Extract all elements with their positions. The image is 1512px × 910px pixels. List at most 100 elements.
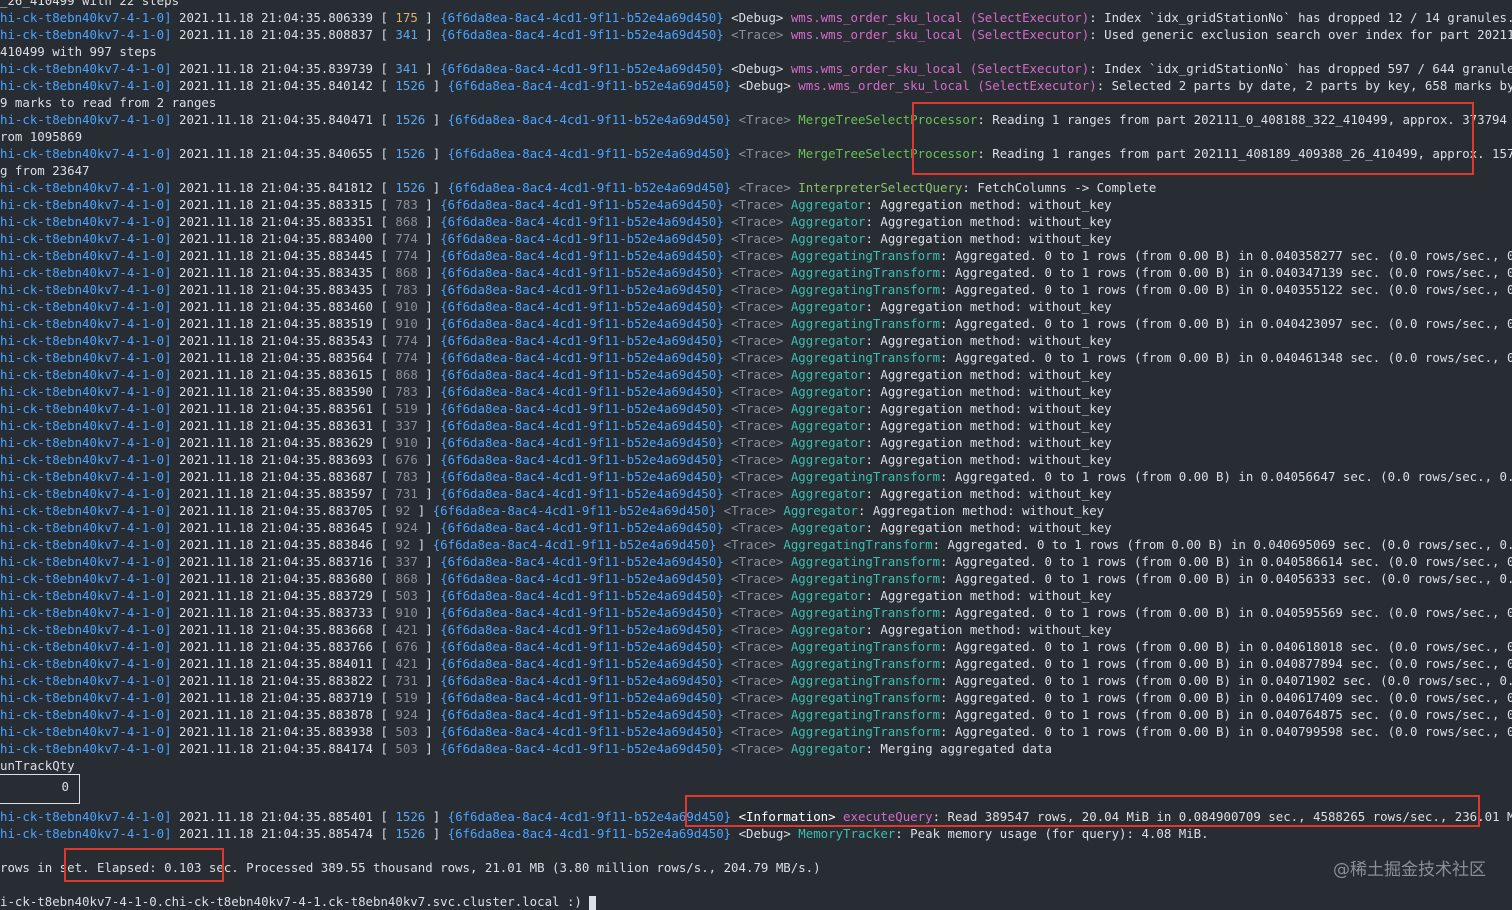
log-timestamp: 2021.11.18 21:04:35.883846 <box>179 537 374 552</box>
log-host: hi-ck-t8ebn40kv7-4-1-0] <box>0 78 172 93</box>
log-level: <Debug> <box>738 826 791 841</box>
log-line: hi-ck-t8ebn40kv7-4-1-0] 2021.11.18 21:04… <box>0 741 1052 756</box>
log-line: hi-ck-t8ebn40kv7-4-1-0] 2021.11.18 21:04… <box>0 503 1105 518</box>
log-message: : Aggregation method: without_key <box>865 384 1112 399</box>
log-timestamp: 2021.11.18 21:04:35.884174 <box>179 741 374 756</box>
log-query-id: {6f6da8ea-8ac4-4cd1-9f11-b52e4a69d450} <box>440 197 724 212</box>
log-line: hi-ck-t8ebn40kv7-4-1-0] 2021.11.18 21:04… <box>0 655 1512 672</box>
log-level: <Trace> <box>731 248 784 263</box>
highlight-box-execute-query <box>685 795 1480 827</box>
log-timestamp: 2021.11.18 21:04:35.883668 <box>179 622 374 637</box>
log-line: hi-ck-t8ebn40kv7-4-1-0] 2021.11.18 21:04… <box>0 553 1512 570</box>
log-source: Aggregator <box>790 741 866 756</box>
log-host: hi-ck-t8ebn40kv7-4-1-0] <box>0 469 172 484</box>
log-host: hi-ck-t8ebn40kv7-4-1-0] <box>0 554 172 569</box>
log-message: : Aggregated. 0 to 1 rows (from 0.00 B) … <box>940 554 1512 569</box>
log-timestamp: 2021.11.18 21:04:35.883590 <box>179 384 374 399</box>
log-host: hi-ck-t8ebn40kv7-4-1-0] <box>0 146 172 161</box>
log-source: Aggregator <box>790 231 866 246</box>
log-level: <Trace> <box>731 469 784 484</box>
log-message: : Aggregated. 0 to 1 rows (from 0.00 B) … <box>940 673 1512 688</box>
log-query-id: {6f6da8ea-8ac4-4cd1-9f11-b52e4a69d450} <box>440 571 724 586</box>
log-host: hi-ck-t8ebn40kv7-4-1-0] <box>0 367 172 382</box>
query-summary: rows in set. Elapsed: 0.103 sec. Process… <box>0 860 821 875</box>
log-source: Aggregator <box>790 588 866 603</box>
log-host: hi-ck-t8ebn40kv7-4-1-0] <box>0 112 172 127</box>
log-line: hi-ck-t8ebn40kv7-4-1-0] 2021.11.18 21:04… <box>0 264 1512 281</box>
log-line: hi-ck-t8ebn40kv7-4-1-0] 2021.11.18 21:04… <box>0 26 1512 43</box>
log-query-id: {6f6da8ea-8ac4-4cd1-9f11-b52e4a69d450} <box>440 316 724 331</box>
log-level: <Trace> <box>731 486 784 501</box>
log-thread-id: 503 <box>395 741 418 756</box>
log-message: : Aggregation method: without_key <box>865 197 1112 212</box>
log-level: <Debug> <box>731 61 784 76</box>
log-level: <Trace> <box>731 452 784 467</box>
log-timestamp: 2021.11.18 21:04:35.883705 <box>179 503 374 518</box>
log-message: : Aggregated. 0 to 1 rows (from 0.00 B) … <box>940 469 1512 484</box>
log-source: AggregatingTransform <box>790 707 941 722</box>
log-line: hi-ck-t8ebn40kv7-4-1-0] 2021.11.18 21:04… <box>0 435 1112 450</box>
log-thread-id: 1526 <box>395 180 426 195</box>
log-timestamp: 2021.11.18 21:04:35.883543 <box>179 333 374 348</box>
log-level: <Trace> <box>731 724 784 739</box>
log-source: AggregatingTransform <box>790 690 941 705</box>
log-host: hi-ck-t8ebn40kv7-4-1-0] <box>0 741 172 756</box>
log-host: hi-ck-t8ebn40kv7-4-1-0] <box>0 452 172 467</box>
log-timestamp: 2021.11.18 21:04:35.883519 <box>179 316 374 331</box>
log-level: <Trace> <box>731 520 784 535</box>
log-host: hi-ck-t8ebn40kv7-4-1-0] <box>0 214 172 229</box>
log-line: hi-ck-t8ebn40kv7-4-1-0] 2021.11.18 21:04… <box>0 401 1112 416</box>
log-query-id: {6f6da8ea-8ac4-4cd1-9f11-b52e4a69d450} <box>440 333 724 348</box>
log-message: : Aggregation method: without_key <box>865 299 1112 314</box>
log-level: <Debug> <box>738 78 791 93</box>
log-timestamp: 2021.11.18 21:04:35.883435 <box>179 282 374 297</box>
result-cell-value: 0 <box>61 779 69 794</box>
log-query-id: {6f6da8ea-8ac4-4cd1-9f11-b52e4a69d450} <box>440 401 724 416</box>
log-line: hi-ck-t8ebn40kv7-4-1-0] 2021.11.18 21:04… <box>0 706 1512 723</box>
log-message: : Aggregated. 0 to 1 rows (from 0.00 B) … <box>932 537 1512 552</box>
log-thread-id: 1526 <box>395 78 426 93</box>
log-host: hi-ck-t8ebn40kv7-4-1-0] <box>0 10 172 25</box>
log-timestamp: 2021.11.18 21:04:35.883719 <box>179 690 374 705</box>
log-thread-id: 774 <box>395 248 418 263</box>
log-timestamp: 2021.11.18 21:04:35.840142 <box>179 78 374 93</box>
log-level: <Trace> <box>731 265 784 280</box>
log-message: : Aggregation method: without_key <box>865 435 1112 450</box>
log-timestamp: 2021.11.18 21:04:35.883561 <box>179 401 374 416</box>
log-line: hi-ck-t8ebn40kv7-4-1-0] 2021.11.18 21:04… <box>0 672 1512 689</box>
log-thread-id: 175 <box>395 10 418 25</box>
log-source: Aggregator <box>790 452 866 467</box>
log-line: hi-ck-t8ebn40kv7-4-1-0] 2021.11.18 21:04… <box>0 333 1112 348</box>
log-message: : Aggregation method: without_key <box>865 231 1112 246</box>
log-timestamp: 2021.11.18 21:04:35.885401 <box>179 809 374 824</box>
log-line: hi-ck-t8ebn40kv7-4-1-0] 2021.11.18 21:04… <box>0 638 1512 655</box>
log-level: <Trace> <box>731 384 784 399</box>
log-query-id: {6f6da8ea-8ac4-4cd1-9f11-b52e4a69d450} <box>440 673 724 688</box>
log-level: <Trace> <box>731 673 784 688</box>
log-host: hi-ck-t8ebn40kv7-4-1-0] <box>0 350 172 365</box>
log-timestamp: 2021.11.18 21:04:35.840655 <box>179 146 374 161</box>
log-query-id: {6f6da8ea-8ac4-4cd1-9f11-b52e4a69d450} <box>440 588 724 603</box>
log-source: wms.wms_order_sku_local (SelectExecutor) <box>790 27 1090 42</box>
log-thread-id: 341 <box>395 27 418 42</box>
log-message: : Aggregated. 0 to 1 rows (from 0.00 B) … <box>940 282 1512 297</box>
log-thread-id: 1526 <box>395 809 426 824</box>
log-thread-id: 731 <box>395 673 418 688</box>
log-continuation: 9 marks to read from 2 ranges <box>0 95 217 110</box>
log-thread-id: 774 <box>395 333 418 348</box>
shell-prompt[interactable]: i-ck-t8ebn40kv7-4-1-0.chi-ck-t8ebn40kv7-… <box>0 893 1512 910</box>
log-timestamp: 2021.11.18 21:04:35.883460 <box>179 299 374 314</box>
log-thread-id: 868 <box>395 214 418 229</box>
log-host: hi-ck-t8ebn40kv7-4-1-0] <box>0 265 172 280</box>
log-level: <Trace> <box>723 537 776 552</box>
log-line: hi-ck-t8ebn40kv7-4-1-0] 2021.11.18 21:04… <box>0 180 1157 195</box>
log-query-id: {6f6da8ea-8ac4-4cd1-9f11-b52e4a69d450} <box>440 741 724 756</box>
log-message: : Aggregated. 0 to 1 rows (from 0.00 B) … <box>940 605 1512 620</box>
log-level: <Trace> <box>731 282 784 297</box>
log-host: hi-ck-t8ebn40kv7-4-1-0] <box>0 673 172 688</box>
log-message: : Aggregation method: without_key <box>865 367 1112 382</box>
log-timestamp: 2021.11.18 21:04:35.883597 <box>179 486 374 501</box>
log-line: hi-ck-t8ebn40kv7-4-1-0] 2021.11.18 21:04… <box>0 9 1512 26</box>
log-source: Aggregator <box>790 486 866 501</box>
log-message: : Aggregated. 0 to 1 rows (from 0.00 B) … <box>940 707 1512 722</box>
